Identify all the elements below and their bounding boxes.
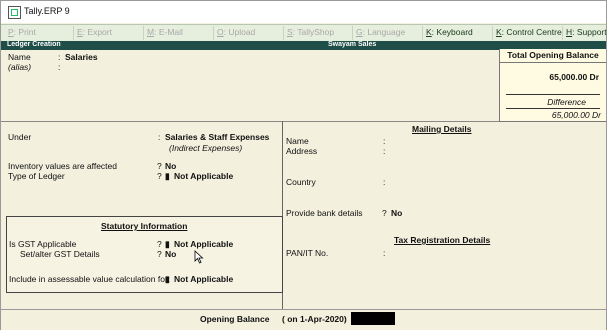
button-separator [492,26,493,40]
country-label: Country [286,177,316,187]
button-7[interactable]: K: Keyboard [426,27,473,37]
bank-details-q: ? [382,208,387,218]
name-label: Name [8,52,31,62]
mailing-details-title: Mailing Details [412,124,472,134]
button-separator [352,26,353,40]
ledger-name-field[interactable]: Salaries [65,52,98,62]
under-colon: : [158,132,161,142]
difference-label: Difference [547,97,586,107]
divider [506,94,600,95]
alias-colon: : [58,62,61,72]
button-separator [73,26,74,40]
name-colon: : [58,52,61,62]
button-label: : Support [572,27,607,37]
pan-field[interactable]: : [383,248,385,258]
type-of-ledger-q: ? [157,171,162,181]
section-divider [1,121,499,122]
button-6[interactable]: G: Language [356,27,405,37]
type-of-ledger-label: Type of Ledger [8,171,65,181]
button-separator [143,26,144,40]
button-bar: P: Print E: Export M: E-Mail O: Upload S: Ta… [1,24,607,42]
button-9[interactable]: H: Support [566,27,607,37]
statutory-title: Statutory Information [101,221,188,231]
gst-applicable-label: Is GST Applicable [9,239,77,249]
opening-balance-amount: 65,000.00 Dr [549,72,599,82]
mailing-name-field[interactable]: : [383,136,385,146]
tally-logo-icon [8,6,21,19]
footer-bar: Opening Balance ( on 1-Apr-2020) : [1,309,606,330]
statutory-info-box: Statutory Information Is GST Applicable … [6,216,283,293]
mouse-pointer-icon [194,250,204,264]
inventory-field[interactable]: No [165,161,176,171]
type-of-ledger-field[interactable]: Not Applicable [174,171,233,181]
button-label: : TallyShop [292,27,335,37]
title-bar: Tally.ERP 9 [1,1,606,23]
inventory-label: Inventory values are affected [8,161,117,171]
opening-balance-field-redacted[interactable] [351,312,395,325]
bank-details-label: Provide bank details [286,208,363,218]
button-3[interactable]: M: E-Mail [147,27,183,37]
set-alter-gst-q: ? [157,249,162,259]
button-separator [562,26,563,40]
assessable-value-label: Include in assessable value calculation … [9,274,171,284]
button-label: : Export [82,27,112,37]
opening-balance-title: Total Opening Balance [500,49,606,63]
button-label: : Upload [223,27,256,37]
button-label: : Keyboard [431,27,473,37]
difference-value: 65,000.00 Dr [551,110,601,120]
under-parent-group: (Indirect Expenses) [169,143,243,153]
button-label: : E-Mail [154,27,183,37]
button-label: : Language [362,27,406,37]
button-separator [422,26,423,40]
opening-balance-colon: : [344,314,347,324]
tally-window: Tally.ERP 9 P: Print E: Export M: E-Mail O:… [0,0,607,330]
mailing-name-label: Name [286,136,309,146]
set-alter-gst-label: Set/alter GST Details [20,249,100,259]
divider [506,108,600,109]
button-key: O [217,27,224,37]
gst-applicable-q: ? [157,239,162,249]
button-8[interactable]: K: Control Centre [496,27,562,37]
button-separator [283,26,284,40]
country-field[interactable]: : [383,177,385,187]
button-4[interactable]: O: Upload [217,27,255,37]
under-group-field[interactable]: Salaries & Staff Expenses [165,132,269,142]
under-label: Under [8,132,32,142]
company-name: Swayam Sales [328,41,377,48]
opening-balance-date: ( on 1-Apr-2020) [282,314,347,324]
tax-registration-title: Tax Registration Details [394,235,491,245]
assessable-value-field[interactable]: Not Applicable [174,274,233,284]
set-alter-gst-field[interactable]: No [165,249,176,259]
screen-title: Ledger Creation [7,41,61,48]
window-title: Tally.ERP 9 [24,6,70,16]
button-2[interactable]: E: Export [77,27,112,37]
opening-balance-label: Opening Balance [200,314,270,324]
alias-label: (alias) [8,62,32,72]
bank-details-field[interactable]: No [391,208,402,218]
button-5[interactable]: S: TallyShop [287,27,334,37]
pan-label: PAN/IT No. [286,248,329,258]
address-field[interactable]: : [383,146,385,156]
type-of-ledger-marker: ▮ [165,171,170,181]
inventory-q: ? [157,161,162,171]
assessable-value-marker: ▮ [165,274,170,284]
address-label: Address [286,146,318,156]
button-label: : Control Centre [501,27,562,37]
opening-balance-panel: Total Opening Balance 65,000.00 Dr Diffe… [499,49,606,122]
button-1[interactable]: P: Print [8,27,36,37]
gst-applicable-field[interactable]: Not Applicable [174,239,233,249]
button-label: : Print [13,27,36,37]
button-separator [213,26,214,40]
button-key: G [356,27,363,37]
